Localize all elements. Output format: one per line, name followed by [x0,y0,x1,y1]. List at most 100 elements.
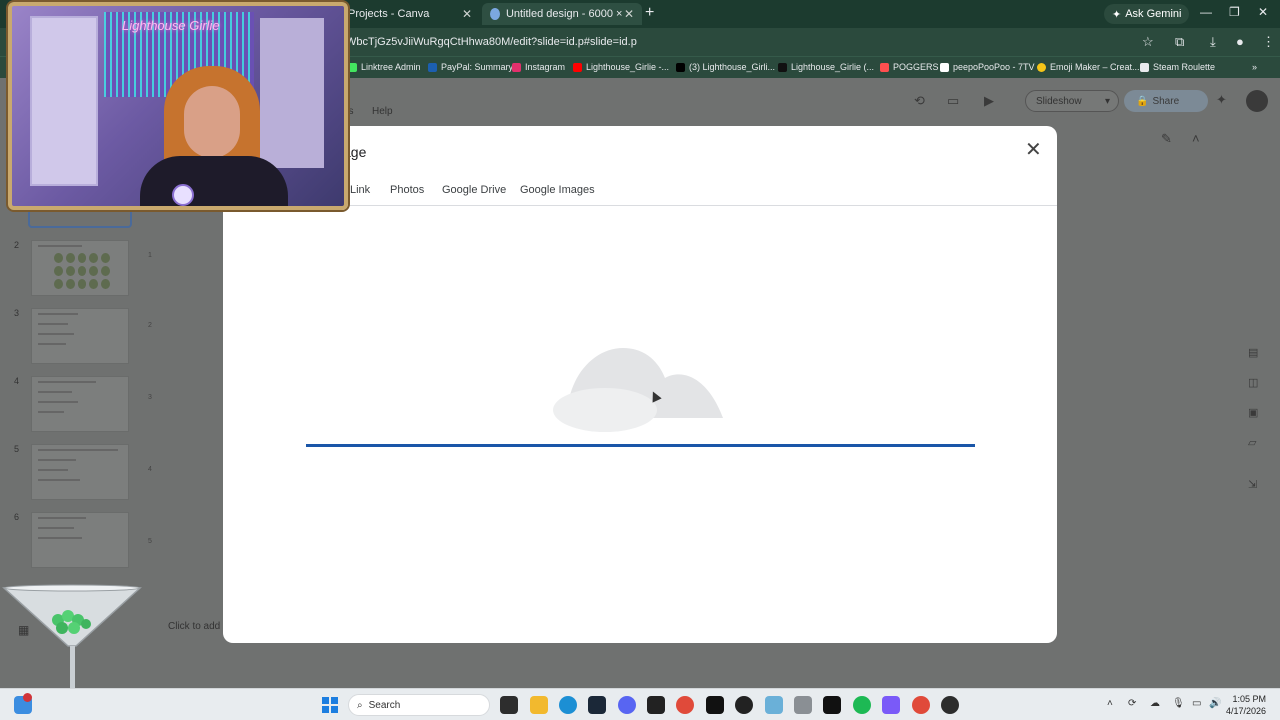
close-icon[interactable]: ✕ [1025,140,1042,160]
sync-icon[interactable]: ⟳ [1128,698,1136,709]
url-field[interactable]: WbcTjGz5vJiiWuRgqCtHhwa80M/edit?slide=id… [346,36,637,48]
tab-link[interactable]: Link [350,184,370,196]
bookmark-steam-roulette[interactable]: Steam Roulette [1140,62,1215,72]
folder-icon[interactable]: ▱ [1248,436,1256,449]
speaker-notes-placeholder[interactable]: Click to add [168,621,220,632]
start-button[interactable] [322,697,338,713]
bookmark-label: (3) Lighthouse_Girli... [689,62,776,72]
poggers-icon [880,62,889,72]
task-view-icon[interactable] [500,696,518,714]
profile-icon[interactable]: ● [1236,34,1244,49]
more-menu-icon[interactable]: ⋮ [1262,34,1275,50]
obs-icon[interactable] [941,696,959,714]
discord-icon[interactable] [618,696,636,714]
calculator-icon[interactable] [794,696,812,714]
chrome-icon[interactable] [676,696,694,714]
bookmark-star-icon[interactable]: ☆ [1142,34,1154,50]
close-tab-icon[interactable]: ✕ [624,7,634,21]
keep-icon[interactable]: ◫ [1248,376,1258,389]
spotify-icon[interactable] [853,696,871,714]
tab-photos[interactable]: Photos [390,184,424,196]
microphone-icon[interactable]: 🎙 [1172,698,1185,709]
gemini-sparkle-icon: ✦ [1112,8,1122,21]
media-player-icon[interactable] [735,696,753,714]
tab-google-images[interactable]: Google Images [520,184,595,196]
cast-icon[interactable]: ⧉ [1175,34,1184,50]
system-clock[interactable]: 1:05 PM 4/17/2026 [1226,693,1266,717]
epic-games-icon[interactable] [647,696,665,714]
edge-icon[interactable] [559,696,577,714]
bookmark-7tv[interactable]: peepoPooPoo - 7TV [940,62,1035,72]
7tv-icon [940,62,949,72]
calendar-icon[interactable]: ▤ [1248,346,1258,359]
tab-canva-projects[interactable]: Projects - Canva ✕ [340,3,480,25]
new-tab-button[interactable]: + [645,4,654,22]
bookmark-instagram[interactable]: Instagram [512,62,565,72]
chrome-profile-icon[interactable] [912,696,930,714]
bookmark-label: POGGERS [893,62,939,72]
slide-number: 6 [14,512,20,522]
slide-thumb[interactable] [31,308,129,364]
emoji-icon [1037,62,1046,72]
history-icon[interactable]: ⟲ [914,93,925,109]
dialog-divider [223,205,1057,206]
expand-side-panel-icon[interactable]: ⇲ [1248,478,1257,491]
bookmarks-overflow-icon[interactable]: » [1252,62,1257,72]
chevron-down-icon[interactable]: ▾ [1105,96,1110,107]
ask-gemini-label: Ask Gemini [1125,8,1182,20]
bookmark-linktree[interactable]: Linktree Admin [348,62,421,72]
tasks-icon[interactable]: ▣ [1248,406,1258,419]
bookmark-label: Lighthouse_Girlie (... [791,62,875,72]
slide-number: 3 [14,308,20,318]
bookmark-paypal[interactable]: PayPal: Summary [428,62,513,72]
webcam-door [30,16,98,186]
help-menu[interactable]: Help [372,106,393,117]
bookmark-x[interactable]: (3) Lighthouse_Girli... [676,62,775,72]
network-icon[interactable]: ▭ [1192,698,1201,709]
avatar[interactable] [1246,90,1268,112]
ruler-mark: 2 [148,322,152,329]
webcam-badge-icon [172,184,194,206]
bookmark-label: Lighthouse_Girlie -... [586,62,670,72]
gemini-icon[interactable]: ✦ [1216,92,1227,108]
cloud-off-icon[interactable]: ☁ [1150,698,1160,709]
clock-date: 4/17/2026 [1226,706,1267,716]
snipping-tool-icon[interactable] [765,696,783,714]
pen-icon[interactable]: ✎ [1161,131,1172,147]
slide-thumb[interactable] [31,444,129,500]
twitch-icon[interactable] [882,696,900,714]
bookmark-poggers[interactable]: POGGERS [880,62,939,72]
steam-icon[interactable] [588,696,606,714]
share-label: Share [1152,95,1180,107]
slide-number: 4 [14,376,20,386]
volume-icon[interactable]: 🔊 [1209,698,1221,709]
minimize-icon[interactable]: — [1200,5,1212,19]
webcam-door-right [260,18,324,168]
tab-google-drive[interactable]: Google Drive [442,184,506,196]
share-button[interactable]: 🔒 Share [1124,90,1208,112]
capcut-icon[interactable] [823,696,841,714]
close-window-icon[interactable]: ✕ [1258,5,1268,19]
notification-badge [23,693,32,702]
bookmark-label: Steam Roulette [1153,62,1216,72]
meet-icon[interactable]: ▶ [984,93,994,109]
bookmark-youtube[interactable]: Lighthouse_Girlie -... [573,62,669,72]
slide-thumb[interactable] [31,240,129,296]
close-tab-icon[interactable]: ✕ [462,7,472,21]
tab-untitled-design[interactable]: Untitled design - 6000 × 4000p ✕ [482,3,642,25]
tray-overflow-icon[interactable]: ˄ [1107,698,1113,709]
collapse-icon[interactable]: ˄ [1192,131,1200,146]
comment-icon[interactable]: ▭ [947,93,959,109]
slide-thumb[interactable] [31,376,129,432]
maximize-icon[interactable]: ❐ [1229,5,1240,19]
bookmark-emoji-maker[interactable]: Emoji Maker – Creat... [1037,62,1140,72]
tab-label: Untitled design - 6000 × 4000p [505,8,624,20]
file-explorer-icon[interactable] [530,696,548,714]
taskbar-search[interactable]: ⌕ Search [348,694,490,716]
slide-thumb[interactable] [31,512,129,568]
download-icon[interactable]: ⤓ [1210,34,1216,50]
slideshow-button[interactable]: Slideshow ▾ [1025,90,1119,112]
bookmark-tiktok[interactable]: Lighthouse_Girlie (... [778,62,874,72]
adobe-icon[interactable] [706,696,724,714]
ask-gemini-button[interactable]: ✦ Ask Gemini [1104,4,1190,24]
